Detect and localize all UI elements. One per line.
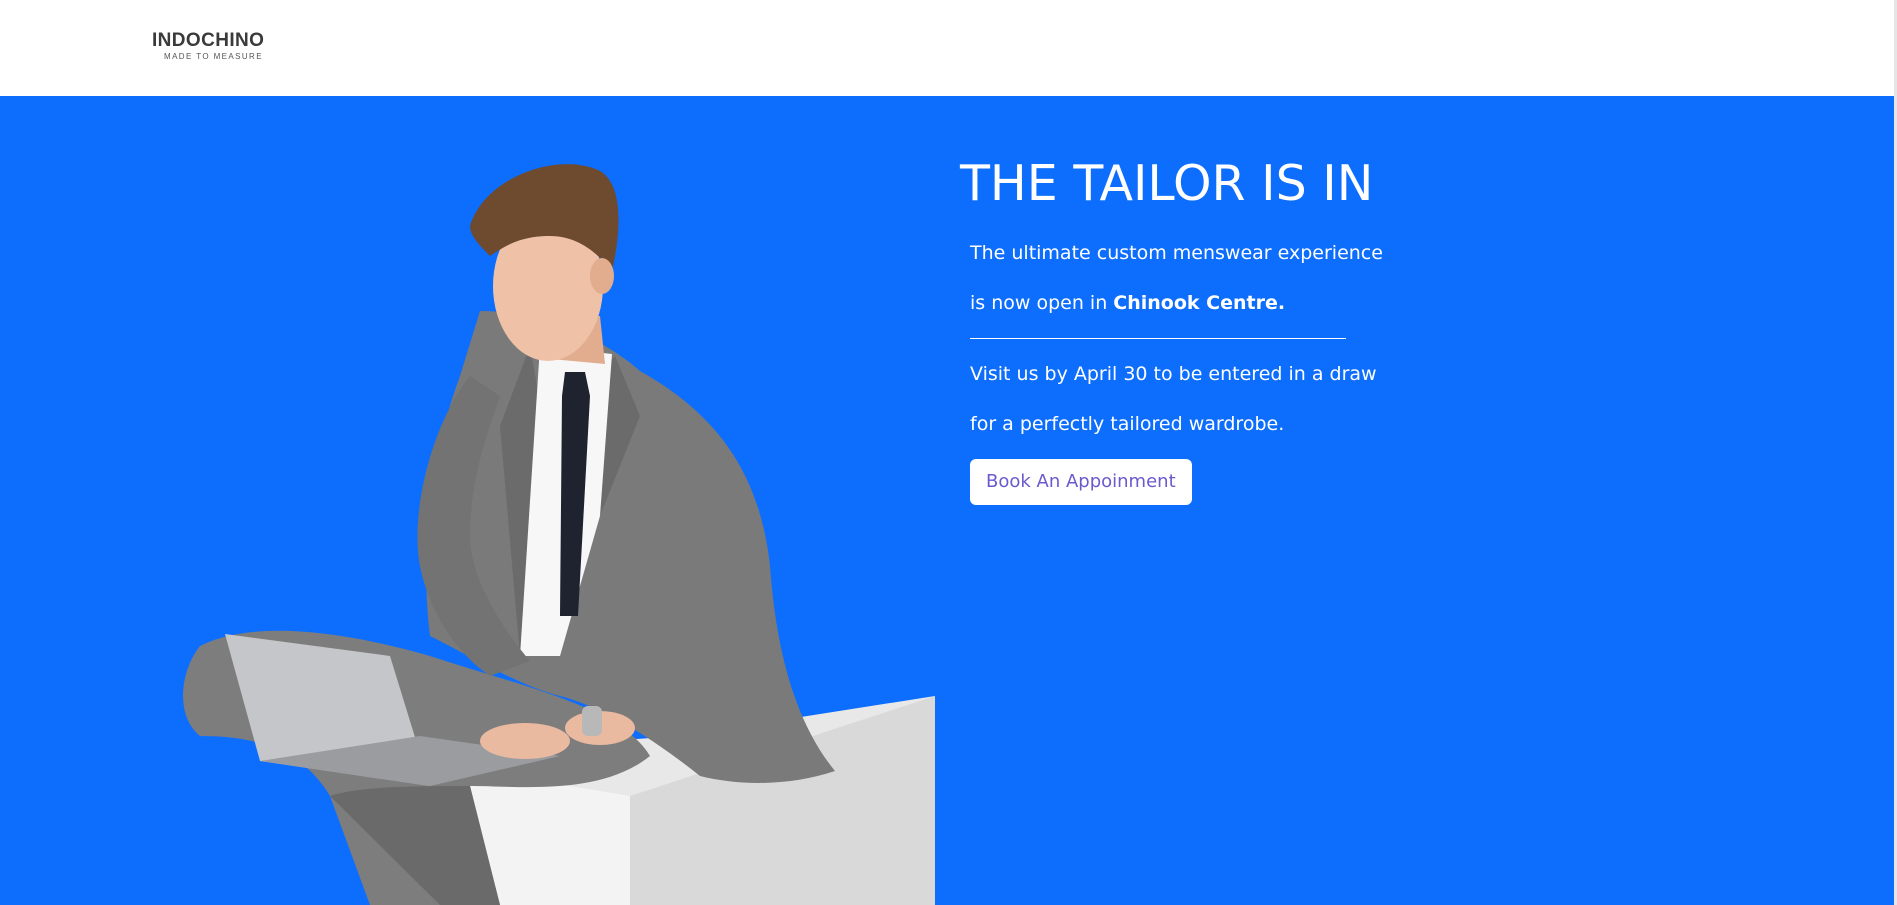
- content-divider: [970, 338, 1346, 339]
- ear: [590, 258, 614, 294]
- hero-content: THE TAILOR IS IN The ultimate custom men…: [960, 155, 1383, 505]
- hero-image-man-with-laptop: [183, 164, 935, 905]
- hand-left: [480, 723, 570, 759]
- indochino-logo[interactable]: INDOCHINO MADE TO MEASURE: [152, 30, 272, 61]
- book-appointment-button[interactable]: Book An Appoinment: [970, 459, 1192, 505]
- hero-intro: The ultimate custom menswear experience …: [970, 228, 1383, 328]
- store-location: Chinook Centre.: [1113, 292, 1286, 314]
- intro-line-1: The ultimate custom menswear experience: [970, 242, 1383, 264]
- promo-line-2: for a perfectly tailored wardrobe.: [970, 413, 1285, 435]
- intro-line-2: is now open in Chinook Centre.: [970, 278, 1350, 328]
- landing-page: INDOCHINO MADE TO MEASURE THE TAILOR IS …: [0, 0, 1897, 905]
- site-header: INDOCHINO MADE TO MEASURE: [0, 0, 1897, 96]
- wrist-watch: [582, 706, 602, 736]
- logo-tagline: MADE TO MEASURE: [164, 52, 263, 61]
- promo-line-1: Visit us by April 30 to be entered in a …: [970, 363, 1377, 385]
- intro-line-2-prefix: is now open in: [970, 292, 1114, 314]
- hero-section: THE TAILOR IS IN The ultimate custom men…: [0, 96, 1894, 905]
- hero-headline: THE TAILOR IS IN: [960, 155, 1374, 212]
- logo-wordmark: INDOCHINO: [152, 30, 265, 51]
- hero-promo: Visit us by April 30 to be entered in a …: [970, 349, 1377, 449]
